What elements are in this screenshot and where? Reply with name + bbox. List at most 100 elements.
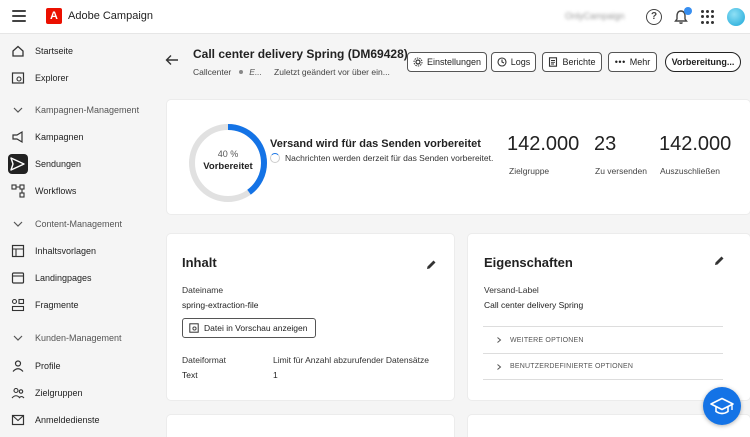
sidebar-item-kampagnen[interactable]: Kampagnen <box>0 125 148 149</box>
org-switcher[interactable]: OnlyCampaign <box>565 11 625 21</box>
logs-button-label: Logs <box>510 57 531 67</box>
sidebar-item-startseite[interactable]: Startseite <box>0 39 148 63</box>
preview-file-button-label: Datei in Vorschau anzeigen <box>204 323 308 333</box>
reports-button-label: Berichte <box>562 57 596 67</box>
sidebar-item-kampagnen-management[interactable]: Kampagnen-Management <box>0 98 148 122</box>
sidebar-item-label: Workflows <box>35 186 77 196</box>
stat-to-send-label: Zu versenden <box>595 166 647 176</box>
status-label: E... <box>249 67 263 77</box>
channel-label: Callcenter <box>193 67 232 77</box>
file-format-label: Dateiformat <box>182 355 226 365</box>
sidebar-item-sendungen[interactable]: Sendungen <box>0 152 148 176</box>
status-dot-icon <box>239 70 244 74</box>
sidebar-item-label: Fragmente <box>35 300 79 310</box>
delivery-meta: Callcenter E... Zuletzt geändert vor übe… <box>193 67 390 77</box>
report-document-icon <box>549 57 558 67</box>
filename-label: Dateiname <box>182 285 224 295</box>
sidebar-item-inhaltsvorlagen[interactable]: Inhaltsvorlagen <box>0 239 148 263</box>
settings-button[interactable]: Einstellungen <box>407 52 487 72</box>
sidebar-item-workflows[interactable]: Workflows <box>0 179 148 203</box>
sidebar-item-kunden-management[interactable]: Kunden-Management <box>0 326 148 350</box>
custom-options-accordion[interactable]: BENUTZERDEFINIERTE OPTIONEN <box>483 353 723 380</box>
stat-target-label: Zielgruppe <box>509 166 550 176</box>
more-button[interactable]: ••• Mehr <box>608 52 657 72</box>
chevron-right-icon <box>497 337 502 343</box>
learning-help-button[interactable] <box>703 387 741 425</box>
sidebar-item-profile[interactable]: Profile <box>0 354 148 378</box>
notification-badge <box>684 7 692 15</box>
sidebar-item-landingpages[interactable]: Landingpages <box>0 266 148 290</box>
sidebar-item-label: Startseite <box>35 46 74 56</box>
sidebar-item-fragmente[interactable]: Fragmente <box>0 293 148 317</box>
file-format-value: Text <box>182 370 198 380</box>
prepare-button[interactable]: Vorbereitung... <box>665 52 741 72</box>
delivery-label-label: Versand-Label <box>484 285 539 295</box>
record-limit-label: Limit für Anzahl abzurufender Datensätze <box>273 355 429 365</box>
stat-exclude-value: 142.000 <box>659 133 732 155</box>
edit-properties-pencil-icon[interactable] <box>713 255 725 267</box>
properties-card-title: Eigenschaften <box>484 255 573 270</box>
workflow-icon <box>11 184 25 198</box>
delivery-summary-card: 40 % Vorbereitet Versand wird für das Se… <box>167 100 750 214</box>
edit-content-pencil-icon[interactable] <box>425 259 437 271</box>
last-modified-label: Zuletzt geändert vor über ein... <box>274 67 390 77</box>
chevron-down-icon <box>13 221 23 227</box>
chevron-down-icon <box>13 335 23 341</box>
sidebar-item-label: Sendungen <box>35 159 82 169</box>
history-clock-icon <box>497 57 507 67</box>
adobe-logo-icon[interactable]: A <box>46 8 62 24</box>
app-switcher-icon[interactable] <box>701 10 715 24</box>
page-title: Call center delivery Spring (DM69428) <box>193 47 408 61</box>
top-bar: A Adobe Campaign OnlyCampaign ? <box>0 0 750 34</box>
sidebar-item-label: Explorer <box>35 73 69 83</box>
record-limit-value: 1 <box>273 370 278 380</box>
sidebar-item-zielgruppen[interactable]: Zielgruppen <box>0 381 148 405</box>
sidebar-item-content-management[interactable]: Content-Management <box>0 212 148 236</box>
sidebar-item-label: Anmeldedienste <box>35 415 100 425</box>
graduation-cap-icon <box>710 397 734 415</box>
profile-icon <box>12 360 24 372</box>
content-card-title: Inhalt <box>182 255 217 270</box>
filename-value: spring-extraction-file <box>182 300 259 310</box>
sidebar-item-label: Profile <box>35 361 61 371</box>
sidebar-item-label: Zielgruppen <box>35 388 83 398</box>
properties-card: Eigenschaften Versand-Label Call center … <box>468 234 750 400</box>
logs-button[interactable]: Logs <box>491 52 536 72</box>
progress-percent: 40 % <box>217 149 239 159</box>
home-icon <box>12 45 24 57</box>
sidebar-item-label: Kunden-Management <box>35 333 122 343</box>
content-card: Inhalt Dateiname spring-extraction-file … <box>167 234 454 400</box>
sidebar-item-explorer[interactable]: Explorer <box>0 66 148 90</box>
chevron-down-icon <box>13 107 23 113</box>
app-name[interactable]: Adobe Campaign <box>68 10 153 22</box>
back-arrow-icon[interactable] <box>165 53 179 67</box>
chevron-right-icon <box>497 363 502 370</box>
more-options-label: WEITERE OPTIONEN <box>510 336 584 344</box>
sidebar-item-label: Inhaltsvorlagen <box>35 246 97 256</box>
sidebar-item-label: Kampagnen-Management <box>35 105 140 115</box>
custom-options-label: BENUTZERDEFINIERTE OPTIONEN <box>510 363 634 370</box>
audience-icon <box>11 387 25 399</box>
sidebar: Startseite Explorer Kampagnen-Management Ka… <box>0 35 148 437</box>
sidebar-item-anmeldedienste[interactable]: Anmeldedienste <box>0 408 148 432</box>
template-icon <box>11 244 25 258</box>
user-avatar[interactable] <box>727 8 745 26</box>
progress-status-label: Vorbereitet <box>203 161 253 172</box>
preview-file-button[interactable]: Datei in Vorschau anzeigen <box>182 318 316 338</box>
settings-gear-icon <box>413 57 423 67</box>
main-content: Call center delivery Spring (DM69428) Ca… <box>150 35 750 437</box>
subscription-icon <box>11 414 25 426</box>
megaphone-icon <box>12 130 23 144</box>
loading-spinner-icon <box>270 153 280 163</box>
hamburger-menu-icon[interactable] <box>12 10 26 22</box>
prepare-button-label: Vorbereitung... <box>671 57 735 67</box>
reports-button[interactable]: Berichte <box>542 52 602 72</box>
explorer-icon <box>11 72 25 84</box>
send-icon <box>8 154 28 174</box>
sidebar-item-label: Landingpages <box>35 273 92 283</box>
more-options-accordion[interactable]: WEITERE OPTIONEN <box>483 326 723 353</box>
stat-exclude-label: Auszuschließen <box>660 166 721 176</box>
preparation-subtitle-text: Nachrichten werden derzeit für das Sende… <box>285 153 494 163</box>
help-icon[interactable]: ? <box>646 9 662 25</box>
settings-button-label: Einstellungen <box>426 57 482 67</box>
